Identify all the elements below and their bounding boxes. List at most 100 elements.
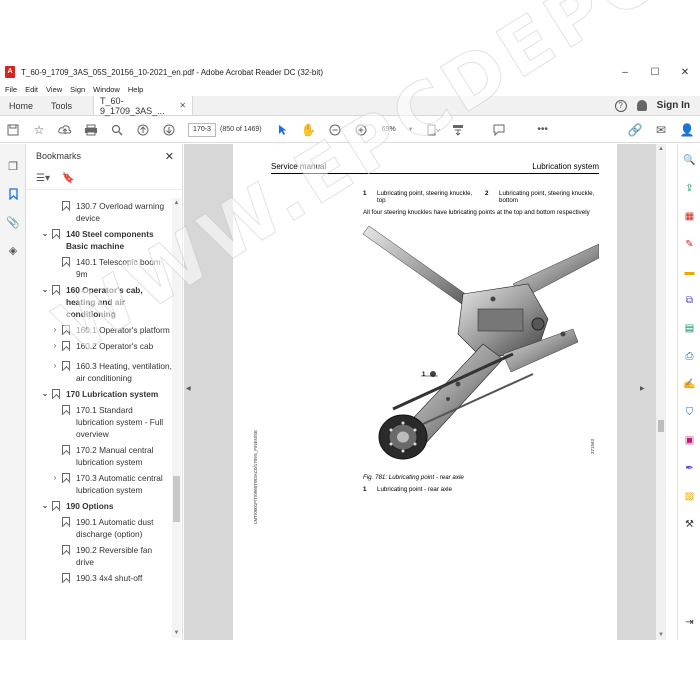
menu-view[interactable]: View	[46, 85, 62, 94]
combine-files-icon[interactable]: ⧉	[678, 286, 700, 314]
scan-ocr-icon[interactable]: ⎙	[678, 342, 700, 370]
chevron-right-icon[interactable]: ›	[50, 340, 60, 352]
bookmark-item[interactable]: › 170.3 Automatic central lubrication sy…	[26, 472, 172, 496]
bookmark-icon	[52, 501, 60, 511]
minimize-button[interactable]: –	[610, 67, 640, 78]
chevron-right-icon[interactable]: ›	[50, 472, 60, 484]
scroll-mode-icon[interactable]	[446, 120, 472, 140]
collapse-left-panel-icon[interactable]: ◀	[186, 385, 191, 392]
upload-cloud-icon[interactable]	[52, 120, 78, 140]
chevron-down-icon[interactable]: ⌄	[40, 388, 50, 400]
comment-tool-icon[interactable]: ▬	[678, 258, 700, 286]
more-tools-rail-icon[interactable]: ⚒	[678, 510, 700, 538]
chevron-down-icon[interactable]: ⌄	[40, 500, 50, 512]
expand-rail-icon[interactable]: ⇥	[678, 608, 700, 636]
maximize-button[interactable]: ☐	[640, 67, 670, 78]
doc-scroll-up-icon[interactable]: ▲	[656, 146, 666, 152]
print-icon[interactable]	[78, 120, 104, 140]
menu-file[interactable]: File	[5, 85, 17, 94]
page-number-input[interactable]: 170-3	[188, 122, 216, 137]
menu-edit[interactable]: Edit	[25, 85, 38, 94]
bookmark-item[interactable]: › 160.2 Operator's cab	[26, 340, 172, 352]
email-icon[interactable]: ✉	[648, 120, 674, 140]
more-tools-icon[interactable]: •••	[530, 120, 556, 140]
main-toolbar: ☆ 170-3 (850 of 1469) ✋ 69% ▼ ••• 🔗 ✉ 👤	[0, 117, 700, 143]
edit-pdf-icon[interactable]: ✎	[678, 230, 700, 258]
attachments-icon[interactable]: 📎	[0, 208, 26, 236]
bookmark-star-icon[interactable]: ☆	[26, 120, 52, 140]
bookmark-options-icon[interactable]: ☰▾	[36, 173, 50, 184]
menu-sign[interactable]: Sign	[70, 85, 85, 94]
tab-tools[interactable]: Tools	[42, 96, 81, 115]
redact-icon[interactable]: ▣	[678, 426, 700, 454]
tab-document[interactable]: T_60-9_1709_3AS_... ✕	[93, 96, 194, 116]
account-icon[interactable]: 👤	[674, 120, 700, 140]
previous-page-icon[interactable]	[130, 120, 156, 140]
chevron-down-icon[interactable]: ⌄	[40, 228, 50, 240]
scroll-up-icon[interactable]: ▲	[172, 200, 181, 206]
help-icon[interactable]: ?	[614, 99, 627, 112]
bookmarks-panel: Bookmarks ✕ ☰▾ 🔖 130.7 Overload warning …	[26, 144, 183, 640]
protect-icon[interactable]: ⛉	[678, 398, 700, 426]
close-window-button[interactable]: ✕	[670, 67, 700, 78]
bookmark-item[interactable]: ⌄ 170 Lubrication system	[26, 388, 172, 400]
bookmark-item[interactable]: 170.2 Manual central lubrication system	[26, 444, 172, 468]
create-pdf-icon[interactable]: ▦	[678, 202, 700, 230]
bookmark-icon	[62, 517, 70, 527]
title-bar: A T_60-9_1709_3AS_05S_20156_10-2021_en.p…	[0, 62, 700, 82]
doc-scroll-thumb[interactable]	[658, 420, 664, 432]
bookmark-item[interactable]: 190.3 4x4 shut-off	[26, 572, 172, 584]
bookmark-item[interactable]: 130.7 Overload warning device	[26, 200, 172, 224]
zoom-search-icon[interactable]	[104, 120, 130, 140]
notification-bell-icon[interactable]	[636, 100, 647, 111]
legend-number: 2	[485, 190, 489, 197]
page-fit-icon[interactable]	[420, 120, 446, 140]
bookmark-item[interactable]: › 160.3 Heating, ventilation, air condit…	[26, 360, 172, 384]
search-tool-icon[interactable]: 🔍	[678, 146, 700, 174]
scroll-down-icon[interactable]: ▼	[172, 630, 181, 636]
bookmark-label: 190 Options	[66, 501, 114, 511]
zoom-out-icon[interactable]	[322, 120, 348, 140]
zoom-level-select[interactable]: 69% ▼	[374, 123, 416, 137]
document-scrollbar[interactable]: ▲ ▼	[656, 144, 666, 640]
sign-in-button[interactable]: Sign In	[657, 100, 690, 111]
chevron-right-icon[interactable]: ›	[50, 324, 60, 336]
bookmark-item[interactable]: 170.1 Standard lubrication system - Full…	[26, 404, 172, 440]
bookmarks-scrollbar[interactable]: ▲ ▼	[172, 198, 181, 638]
comment-icon[interactable]	[486, 120, 512, 140]
share-link-icon[interactable]: 🔗	[622, 120, 648, 140]
new-bookmark-icon[interactable]: 🔖	[62, 173, 74, 184]
chevron-down-icon[interactable]: ⌄	[40, 284, 50, 296]
layers-icon[interactable]: ◈	[0, 236, 26, 264]
bookmarks-icon[interactable]	[0, 180, 26, 208]
export-pdf-icon[interactable]: ⇪	[678, 174, 700, 202]
page-thumbnails-icon[interactable]: ❐	[0, 152, 26, 180]
menu-help[interactable]: Help	[128, 85, 143, 94]
bookmark-item[interactable]: ⌄ 190 Options	[26, 500, 172, 512]
chevron-right-icon[interactable]: ›	[50, 360, 60, 372]
doc-scroll-down-icon[interactable]: ▼	[656, 632, 666, 638]
organize-pages-icon[interactable]: ▤	[678, 314, 700, 342]
collapse-right-panel-icon[interactable]: ▶	[640, 385, 645, 392]
tab-close-icon[interactable]: ✕	[179, 101, 186, 110]
zoom-in-icon[interactable]	[348, 120, 374, 140]
bookmark-item[interactable]: › 160.1 Operator's platform	[26, 324, 172, 336]
bookmark-item[interactable]: ⌄ 160 Operator's cab, heating and air co…	[26, 284, 172, 320]
menu-window[interactable]: Window	[93, 85, 120, 94]
bookmark-icon	[62, 405, 70, 415]
bookmarks-scroll-thumb[interactable]	[173, 476, 180, 522]
tab-home[interactable]: Home	[0, 96, 42, 115]
bookmark-item[interactable]: ⌄ 140 Steel components Basic machine	[26, 228, 172, 252]
request-signature-icon[interactable]: ✒	[678, 454, 700, 482]
bookmark-item[interactable]: 190.2 Reversible fan drive	[26, 544, 172, 568]
next-page-icon[interactable]	[156, 120, 182, 140]
bookmark-item[interactable]: 140.1 Telescopic boom 9m	[26, 256, 172, 280]
save-icon[interactable]	[0, 120, 26, 140]
fill-sign-icon[interactable]: ✍	[678, 370, 700, 398]
bookmark-item[interactable]: 190.1 Automatic dust discharge (option)	[26, 516, 172, 540]
hand-tool-icon[interactable]: ✋	[296, 120, 322, 140]
select-cursor-icon[interactable]	[270, 120, 296, 140]
bookmark-icon	[52, 285, 60, 295]
close-panel-icon[interactable]: ✕	[165, 150, 174, 163]
send-review-icon[interactable]: ▧	[678, 482, 700, 510]
